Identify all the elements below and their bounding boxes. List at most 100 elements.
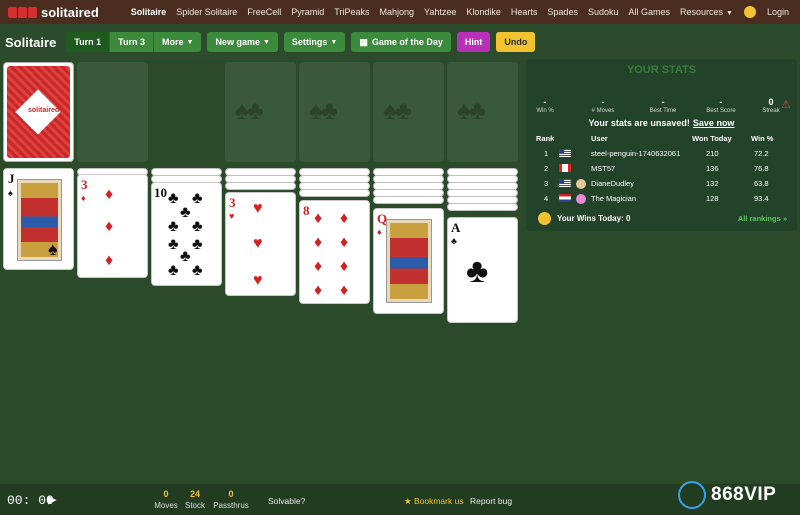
watermark: 868VIP	[678, 481, 776, 509]
row-won: 128	[706, 194, 719, 203]
foundation-1[interactable]: ♠♣	[225, 62, 296, 162]
foundation-suits-icon: ♠♣	[309, 95, 338, 125]
face-down-card	[225, 182, 296, 190]
bookmark-link[interactable]: ★ Bookmark us	[404, 496, 464, 507]
diamond-icon: ♦	[340, 258, 349, 275]
login-link[interactable]: Login	[762, 7, 794, 17]
diamond-icon: ♦	[81, 193, 86, 203]
chevron-down-icon: ▼	[262, 38, 270, 46]
hint-button[interactable]: Hint	[456, 32, 491, 52]
game-toolbar: Solitaire Turn 1 Turn 3 More ▼ New game ▼ …	[0, 24, 800, 60]
tableau-card-6[interactable]: Q ♦	[373, 208, 444, 314]
stat-best-time: - Best Time	[638, 97, 688, 114]
tableau-card-7[interactable]: A ♣ ♣	[447, 217, 518, 323]
all-rankings-link[interactable]: All rankings »	[738, 214, 787, 223]
chevron-down-icon: ▼	[186, 38, 194, 46]
netherlands-flag-icon	[559, 194, 571, 202]
club-icon: ♣	[466, 252, 489, 290]
nav-klondike[interactable]: Klondike	[461, 7, 506, 17]
table-row[interactable]: 1 steel-penguin-1740632061 210 72.2	[526, 149, 797, 163]
foundation-4[interactable]: ♠♣	[447, 62, 518, 162]
row-user: DianeDudley	[591, 179, 634, 188]
nav-freecell[interactable]: FreeCell	[242, 7, 286, 17]
nav-pyramid[interactable]: Pyramid	[286, 7, 329, 17]
spade-icon: ♠	[48, 239, 58, 259]
turn-1-button[interactable]: Turn 1	[66, 32, 111, 52]
smiley-icon[interactable]	[743, 6, 756, 18]
nav-sudoku[interactable]: Sudoku	[583, 7, 624, 17]
nav-resources[interactable]: Resources ▼	[675, 7, 738, 17]
row-user: steel-penguin-1740632061	[591, 149, 681, 158]
tableau-card-2[interactable]: 3 ♦ ♦ ♦ ♦	[77, 174, 148, 278]
canada-flag-icon	[559, 164, 571, 172]
turn-3-button[interactable]: Turn 3	[110, 32, 154, 52]
diamond-icon: ♦	[377, 227, 382, 237]
nav-solitaire[interactable]: Solitaire	[126, 7, 172, 17]
stat-label: # Moves	[591, 108, 615, 114]
col-won-today-header: Won Today	[692, 134, 732, 143]
row-rank: 3	[544, 179, 549, 188]
row-pct: 72.2	[754, 149, 769, 158]
stock-pile[interactable]: solitaired	[3, 62, 74, 162]
wins-today: Your Wins Today: 0	[538, 212, 630, 225]
logo[interactable]: solitaired	[8, 5, 99, 20]
chevron-down-icon: ▼	[726, 10, 733, 17]
nav-tripeaks[interactable]: TriPeaks	[329, 7, 374, 17]
report-bug-link[interactable]: Report bug	[470, 496, 512, 506]
row-rank: 1	[544, 149, 549, 158]
club-icon: ♣	[168, 218, 179, 235]
new-game-button[interactable]: New game ▼	[207, 32, 278, 52]
smiley-icon	[538, 212, 551, 225]
avatar	[576, 194, 586, 204]
unsaved-text: Your stats are unsaved!	[588, 118, 690, 128]
stat-label: Best Time	[649, 108, 677, 114]
nav-all-games[interactable]: All Games	[623, 7, 675, 17]
nav-resources-label: Resources	[680, 7, 724, 17]
diamond-icon: ♦	[340, 282, 349, 299]
club-icon: ♣	[180, 204, 191, 221]
tableau-card-3[interactable]: 10 ♣ ♣ ♣ ♣ ♣ ♣ ♣ ♣ ♣ ♣	[151, 182, 222, 286]
heart-icon: ♥	[229, 211, 235, 221]
play-icon[interactable]: ▶	[48, 493, 56, 506]
nav-spades[interactable]: Spades	[542, 7, 583, 17]
stock-counter: 24 Stock	[177, 489, 213, 510]
stat-win-pct: - Win %	[520, 97, 570, 114]
card-rank: J	[8, 171, 15, 186]
diamond-icon: ♦	[105, 252, 114, 269]
stat-value: -	[719, 97, 723, 107]
foundation-2[interactable]: ♠♣	[299, 62, 370, 162]
stat-value: -	[661, 97, 665, 107]
face-down-card	[299, 189, 370, 197]
tableau-card-1[interactable]: J ♠ ♠	[3, 168, 74, 270]
tableau-card-5[interactable]: 8 ♦ ♦ ♦ ♦ ♦ ♦ ♦ ♦	[299, 200, 370, 304]
us-flag-icon	[559, 179, 571, 187]
turn-mode-group: Turn 1 Turn 3 More ▼	[66, 32, 202, 52]
diamond-icon: ♦	[314, 258, 323, 275]
passthrus-label: Passthrus	[213, 501, 249, 510]
club-icon: ♣	[180, 248, 191, 265]
game-of-day-button[interactable]: ▦ Game of the Day	[351, 32, 451, 52]
foundation-suits-icon: ♠♣	[235, 95, 264, 125]
nav-mahjong[interactable]: Mahjong	[374, 7, 419, 17]
col-win-pct-header: Win %	[751, 134, 774, 143]
undo-button[interactable]: Undo	[496, 32, 536, 52]
card-rank: 10	[154, 185, 167, 200]
queen-face-art	[386, 219, 432, 303]
table-row[interactable]: 2 MST57 136 76.8	[526, 164, 797, 178]
foundation-3[interactable]: ♠♣	[373, 62, 444, 162]
nav-hearts[interactable]: Hearts	[506, 7, 543, 17]
solvable-link[interactable]: Solvable?	[268, 496, 305, 506]
waste-pile[interactable]	[77, 62, 148, 162]
settings-button[interactable]: Settings ▼	[283, 32, 346, 52]
save-now-link[interactable]: Save now	[693, 118, 735, 128]
tableau-card-4[interactable]: 3 ♥ ♥ ♥ ♥	[225, 192, 296, 296]
club-icon: ♣	[192, 190, 203, 207]
table-row[interactable]: 3 DianeDudley 132 63.8	[526, 179, 797, 193]
foundation-suits-icon: ♠♣	[457, 95, 486, 125]
table-row[interactable]: 4 The Magician 128 93.4	[526, 194, 797, 208]
nav-spider-solitaire[interactable]: Spider Solitaire	[171, 7, 242, 17]
stat-label: Best Score	[706, 108, 736, 114]
nav-yahtzee[interactable]: Yahtzee	[419, 7, 461, 17]
foundation-suits-icon: ♠♣	[383, 95, 412, 125]
more-button[interactable]: More ▼	[153, 32, 202, 52]
